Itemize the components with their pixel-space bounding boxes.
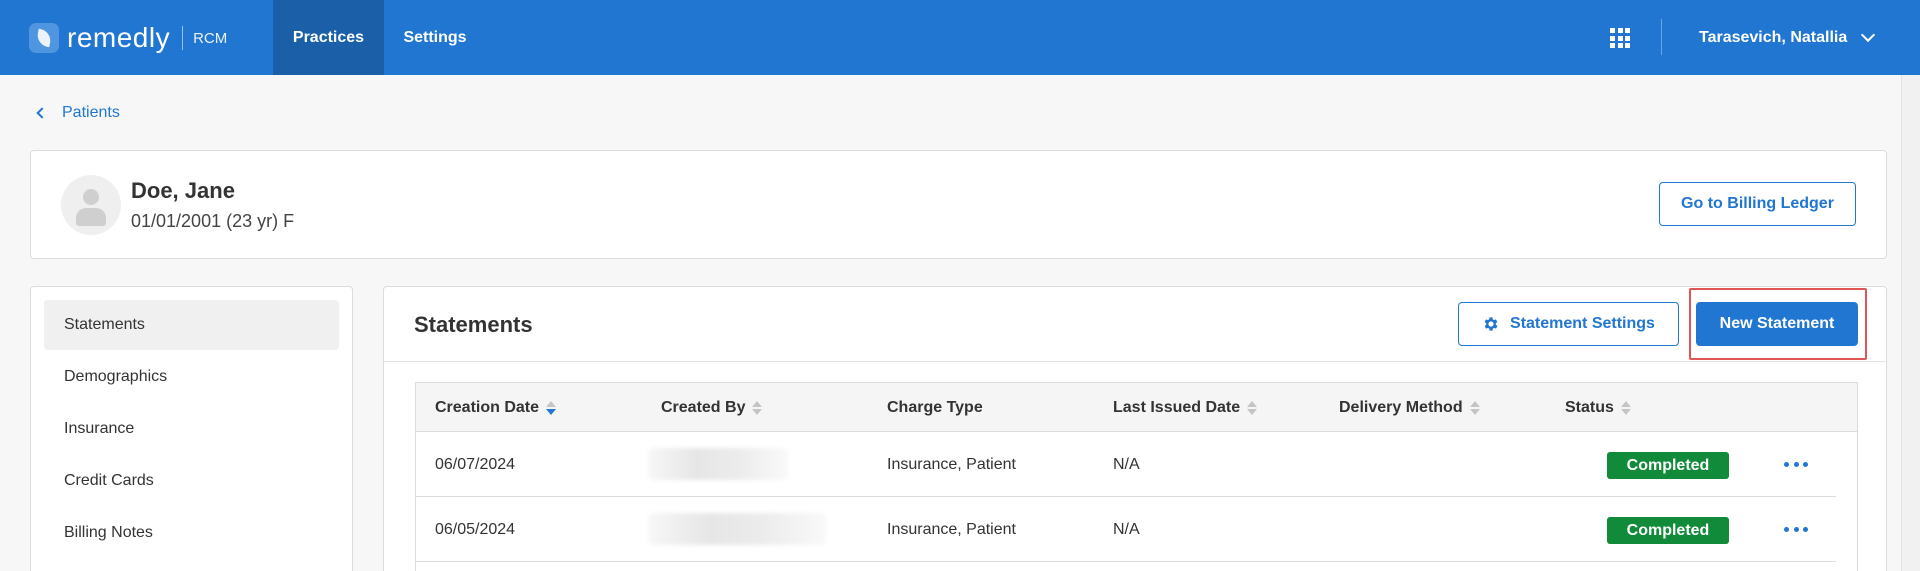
avatar-icon	[61, 175, 121, 235]
cell-creation-date: 06/07/2024	[435, 456, 516, 473]
gear-icon	[1484, 317, 1498, 331]
table-row[interactable]: 06/05/2024 Insurance, Patient N/A Comple…	[416, 497, 1836, 562]
column-header-status[interactable]: Status	[1565, 383, 1631, 432]
statement-settings-label: Statement Settings	[1510, 315, 1655, 332]
new-statement-button[interactable]: New Statement	[1696, 302, 1858, 346]
app-grid-icon[interactable]	[1610, 28, 1630, 48]
status-badge: Completed	[1607, 517, 1729, 544]
cell-last-issued: N/A	[1113, 521, 1140, 538]
leaf-logo-icon	[29, 23, 59, 53]
sort-icon	[1247, 400, 1258, 415]
page-title: Statements	[414, 312, 533, 337]
chevron-left-icon	[36, 107, 48, 119]
patient-name: Doe, Jane	[131, 178, 235, 203]
remedly-logo[interactable]: remedly RCM	[29, 22, 227, 54]
cell-charge-type: Insurance, Patient	[887, 521, 1016, 538]
redacted-created-by	[648, 513, 826, 545]
user-menu[interactable]: Tarasevich, Natallia	[1699, 0, 1876, 75]
cell-charge-type: Insurance, Patient	[887, 456, 1016, 473]
statement-settings-button[interactable]: Statement Settings	[1458, 302, 1679, 346]
column-header-creation-date[interactable]: Creation Date	[435, 383, 557, 432]
brand-name: remedly	[67, 22, 171, 53]
logo-divider	[182, 26, 184, 50]
more-options-icon[interactable]	[1784, 527, 1808, 533]
more-options-icon[interactable]	[1784, 462, 1808, 468]
nav-tab-settings[interactable]: Settings	[385, 0, 485, 75]
breadcrumb-label: Patients	[62, 104, 120, 121]
product-name: RCM	[193, 29, 228, 47]
sort-icon	[546, 400, 557, 415]
chevron-down-icon	[1861, 27, 1876, 42]
breadcrumb-back-link[interactable]: Patients	[36, 104, 120, 122]
patient-details: 01/01/2001 (23 yr) F	[131, 211, 295, 231]
page-scrollbar[interactable]	[1901, 75, 1920, 571]
statements-table: Creation Date Created By Charge Type Las…	[415, 382, 1858, 571]
cell-creation-date: 06/05/2024	[435, 521, 516, 538]
statements-header: Statements Statement Settings New Statem…	[384, 287, 1886, 362]
patient-header-card: Doe, Jane 01/01/2001 (23 yr) F Go to Bil…	[30, 150, 1887, 259]
column-header-created-by[interactable]: Created By	[661, 383, 763, 432]
patient-sidebar: Statements Demographics Insurance Credit…	[30, 286, 353, 571]
user-name: Tarasevich, Natallia	[1699, 28, 1848, 46]
sidebar-item-insurance[interactable]: Insurance	[44, 404, 339, 454]
table-header: Creation Date Created By Charge Type Las…	[416, 383, 1857, 432]
sort-icon	[752, 400, 763, 415]
sort-icon	[1620, 400, 1631, 415]
topbar-divider	[1661, 19, 1662, 55]
redacted-created-by	[648, 448, 788, 480]
column-header-delivery-method[interactable]: Delivery Method	[1339, 383, 1480, 432]
sidebar-item-credit-cards[interactable]: Credit Cards	[44, 456, 339, 506]
sidebar-item-billing-notes[interactable]: Billing Notes	[44, 508, 339, 558]
sidebar-item-demographics[interactable]: Demographics	[44, 352, 339, 402]
go-to-billing-ledger-button[interactable]: Go to Billing Ledger	[1659, 182, 1856, 226]
table-row[interactable]: 06/07/2024 Insurance, Patient N/A Comple…	[416, 432, 1836, 497]
sidebar-item-statements[interactable]: Statements	[44, 300, 339, 350]
status-badge: Completed	[1607, 452, 1729, 479]
cell-last-issued: N/A	[1113, 456, 1140, 473]
column-header-charge-type: Charge Type	[887, 399, 983, 416]
top-navigation-bar: remedly RCM Practices Settings Tarasevic…	[0, 0, 1920, 75]
statements-panel: Statements Statement Settings New Statem…	[383, 286, 1887, 571]
nav-tab-practices[interactable]: Practices	[273, 0, 384, 75]
sort-icon	[1469, 400, 1480, 415]
column-header-last-issued-date[interactable]: Last Issued Date	[1113, 383, 1258, 432]
